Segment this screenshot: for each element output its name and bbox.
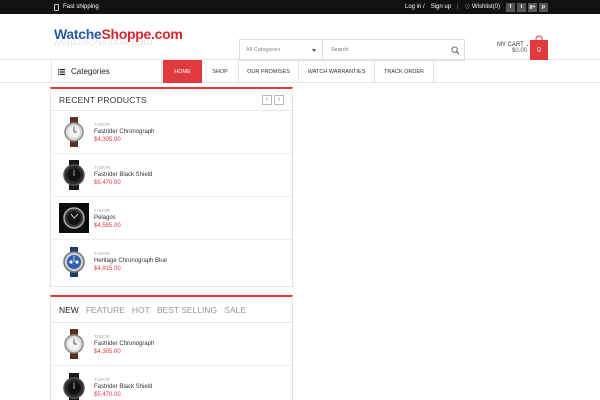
wishlist-link[interactable]: ♡ Wishlist(0) (465, 4, 500, 11)
cart-total: $0.00 (511, 48, 527, 54)
product-price: $5,470.00 (94, 179, 121, 186)
product-name[interactable]: Pelagos (94, 215, 121, 221)
shipping-info: Fast shipping (54, 3, 99, 11)
category-select-value: All Categories (246, 47, 281, 53)
cart-button[interactable]: 0 (530, 35, 548, 60)
tab-new[interactable]: NEW (59, 305, 79, 315)
product-brand: TUDOR (94, 121, 110, 127)
shipping-text: Fast shipping (63, 4, 99, 10)
next-arrow-icon[interactable]: › (274, 94, 284, 105)
nav-home[interactable]: HOME (163, 60, 202, 83)
cart-summary[interactable]: MY CART ⌄ $0.00 (497, 42, 530, 54)
product-list: TUDOR Fastrider Chronograph $4,305.00 TU… (51, 111, 292, 283)
search-input[interactable] (323, 40, 446, 60)
cart-count: 0 (537, 46, 541, 54)
prev-arrow-icon[interactable]: ‹ (262, 94, 272, 105)
list-item[interactable]: TUDOR Heritage Chronograph Blue $4,915.0… (51, 240, 292, 283)
product-name[interactable]: Heritage Chronograph Blue (94, 258, 167, 264)
facebook-icon[interactable]: f (506, 2, 515, 12)
google-plus-icon[interactable]: g+ (528, 2, 537, 12)
list-item[interactable]: TUDOR Fastrider Chronograph $4,305.00 (51, 323, 292, 366)
product-price: $4,305.00 (94, 136, 121, 143)
list-item[interactable]: TUDOR Fastrider Black Shield $5,470.00 (51, 154, 292, 197)
tab-hot[interactable]: HOT (132, 305, 150, 315)
categories-toggle[interactable]: Categories (51, 60, 162, 83)
product-price: $4,585.00 (94, 222, 121, 229)
panel-title: RECENT PRODUCTS (59, 94, 147, 105)
nav-shop[interactable]: SHOP (202, 60, 239, 83)
heart-icon: ♡ (464, 4, 470, 11)
top-bar: Fast shipping Log in / Sign up | ♡ Wishl… (0, 0, 600, 14)
product-tabs-panel: NEW FEATURE HOT BEST SELLING SALE TUDOR … (50, 295, 293, 400)
login-link[interactable]: Log in / (405, 4, 425, 10)
tab-sale[interactable]: SALE (224, 305, 246, 315)
product-brand: TUDOR (94, 333, 110, 339)
social-links: f t g+ p (506, 2, 548, 12)
list-item[interactable]: TUDOR Fastrider Black Shield $5,470.00 (51, 366, 292, 400)
watch-brown-strap-image[interactable] (59, 329, 89, 359)
main-nav: Categories HOME SHOP OUR PROMISES WATCH … (0, 60, 600, 83)
watch-brown-strap-image[interactable] (59, 117, 89, 147)
divider: | (457, 4, 459, 10)
tab-best-selling[interactable]: BEST SELLING (157, 305, 217, 315)
pinterest-icon[interactable]: p (539, 2, 548, 12)
product-price: $4,305.00 (94, 348, 121, 355)
categories-label: Categories (71, 67, 110, 76)
product-price: $5,470.00 (94, 392, 121, 398)
product-name[interactable]: Fastrider Chronograph (94, 129, 154, 135)
tab-feature[interactable]: FEATURE (86, 305, 125, 315)
wishlist-label: Wishlist(0) (472, 4, 500, 10)
watch-steel-dark-image[interactable] (59, 203, 89, 233)
twitter-icon[interactable]: t (517, 2, 526, 12)
list-icon (58, 68, 65, 75)
product-brand: TUDOR (94, 377, 110, 382)
search-bar: All Categories (239, 39, 465, 61)
signup-link[interactable]: Sign up (431, 4, 451, 10)
product-brand: TUDOR (94, 164, 110, 170)
list-item[interactable]: TUDOR Fastrider Chronograph $4,305.00 (51, 111, 292, 154)
search-button[interactable] (446, 40, 464, 60)
chevron-down-icon (312, 48, 316, 52)
product-tabs: NEW FEATURE HOT BEST SELLING SALE (51, 297, 292, 323)
product-list: TUDOR Fastrider Chronograph $4,305.00 TU… (51, 323, 292, 400)
product-name[interactable]: Fastrider Chronograph (94, 341, 154, 347)
product-name[interactable]: Fastrider Black Shield (94, 172, 152, 178)
product-name[interactable]: Fastrider Black Shield (94, 384, 152, 390)
nav-our-promises[interactable]: OUR PROMISES (239, 60, 299, 83)
logo-reflection: WatcheShoppe.com (54, 40, 153, 46)
phone-icon (54, 3, 59, 11)
search-icon (450, 45, 459, 54)
nav-watch-warranties[interactable]: WATCH WARRANTIES (299, 60, 375, 83)
product-price: $4,915.00 (94, 266, 121, 272)
watch-black-image[interactable] (59, 372, 89, 400)
product-brand: TUDOR (94, 207, 110, 213)
recent-products-panel: RECENT PRODUCTS ‹ › TUDOR Fastrider Chro… (50, 87, 293, 287)
nav-track-order[interactable]: TRACK ORDER (375, 60, 434, 83)
category-select[interactable]: All Categories (240, 40, 323, 60)
list-item[interactable]: TUDOR Pelagos $4,585.00 (51, 197, 292, 240)
site-logo[interactable]: WatcheShoppe.com WatcheShoppe.com (54, 26, 183, 46)
product-brand: TUDOR (94, 251, 110, 256)
header: WatcheShoppe.com WatcheShoppe.com All Ca… (0, 14, 600, 61)
bag-icon (535, 35, 543, 41)
watch-black-image[interactable] (59, 160, 89, 190)
watch-blue-image[interactable] (59, 246, 89, 277)
